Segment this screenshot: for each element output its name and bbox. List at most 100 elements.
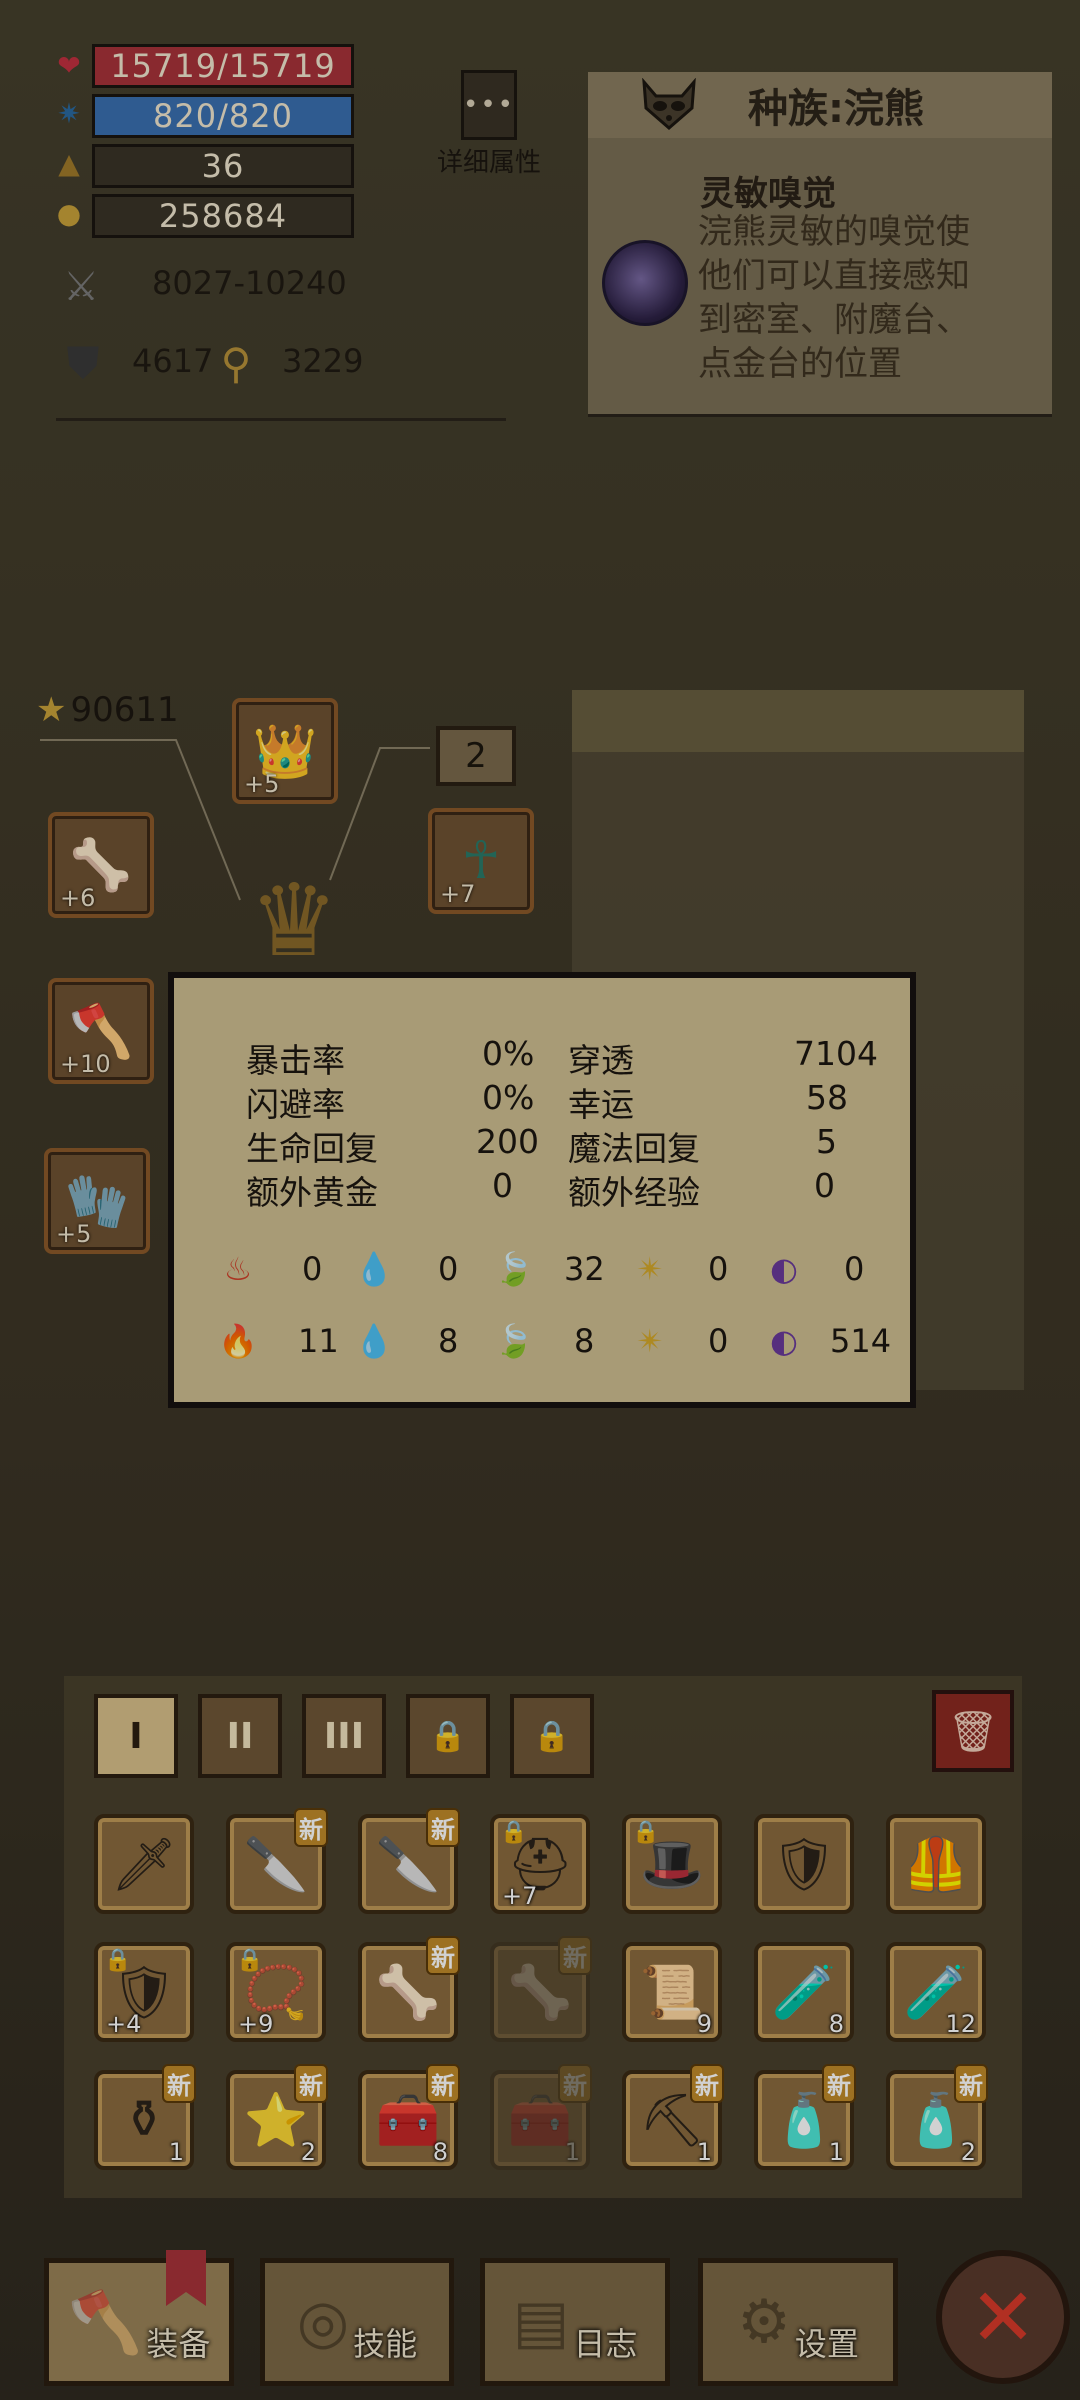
element-value: 0 bbox=[302, 1250, 323, 1288]
stat-label: 闪避率 bbox=[246, 1085, 345, 1124]
item-count: 9 bbox=[696, 2010, 712, 2038]
slot-number[interactable]: 2 bbox=[436, 726, 516, 786]
close-icon: ✕ bbox=[969, 2270, 1037, 2364]
inventory-slot[interactable]: 🦴 新 bbox=[490, 1936, 592, 2042]
nature-resist: 🍃 bbox=[494, 1318, 534, 1364]
element-value: 514 bbox=[830, 1322, 892, 1360]
dark-resist-icon: ◐ bbox=[770, 1322, 798, 1360]
inventory-slot[interactable]: 📜 9 bbox=[622, 1942, 722, 2042]
tooltip-row: 额外黄金 0 额外经验 0 bbox=[246, 1166, 866, 1212]
inventory-slot[interactable]: 🔪 新 bbox=[226, 1808, 328, 1914]
gloves-slot[interactable]: 🧤 +5 bbox=[44, 1148, 150, 1254]
stat-value: 0% bbox=[482, 1078, 535, 1117]
nav-settings-label: 设置 bbox=[794, 2325, 859, 2363]
armor-icon: 🦺 bbox=[903, 1834, 969, 1895]
attack-elements-row: ♨ 0 💧 0 🍃 32 ✴ 0 ◐ 0 bbox=[218, 1246, 898, 1296]
log-book-icon: ▤ bbox=[512, 2287, 570, 2357]
stat-label: 魔法回复 bbox=[568, 1129, 700, 1168]
inventory-slot[interactable]: 🗡 bbox=[94, 1814, 194, 1914]
stat-value: 0 bbox=[814, 1166, 835, 1205]
item-count: 1 bbox=[696, 2138, 712, 2166]
item-count: 1 bbox=[168, 2138, 184, 2166]
nav-equip-label: 装备 bbox=[146, 2325, 211, 2363]
new-badge: 新 bbox=[294, 2064, 328, 2103]
item-count: +9 bbox=[238, 2010, 274, 2038]
element-value: 8 bbox=[574, 1322, 595, 1360]
lock-icon: 🔒 bbox=[632, 1820, 660, 1845]
light-attack-icon: ✴ bbox=[636, 1250, 664, 1288]
fire-resist: 🔥 bbox=[218, 1318, 258, 1364]
stat-value: 0 bbox=[492, 1166, 513, 1205]
inventory-tab-3[interactable]: III bbox=[302, 1694, 386, 1778]
lock-icon: 🔒 bbox=[500, 1820, 528, 1845]
item-count: 1 bbox=[828, 2138, 844, 2166]
leaf-resist-icon: 🍃 bbox=[494, 1322, 534, 1360]
inventory-slot[interactable]: 📿 🔒 +9 bbox=[226, 1942, 326, 2042]
fire-attack: ♨ bbox=[218, 1246, 258, 1292]
nav-skills-label: 技能 bbox=[353, 2325, 418, 2363]
inventory-slot[interactable]: 🧪 8 bbox=[754, 1942, 854, 2042]
inventory-slot[interactable]: 🛡 🔒 +4 bbox=[94, 1942, 194, 2042]
inventory-tab-locked-5[interactable]: 🔒 bbox=[510, 1694, 594, 1778]
inventory-slot[interactable]: 🧰 新 8 bbox=[358, 2064, 460, 2170]
element-value: 8 bbox=[438, 1322, 459, 1360]
character-crown-icon: ♛ bbox=[249, 862, 339, 979]
ring-slot[interactable]: 🦴 +6 bbox=[48, 812, 154, 918]
item-count: 8 bbox=[432, 2138, 448, 2166]
inventory-slot[interactable]: 🧪 12 bbox=[886, 1942, 986, 2042]
item-count: 1 bbox=[564, 2138, 580, 2166]
new-badge: 新 bbox=[294, 1808, 328, 1847]
inventory-slot[interactable]: ⚱ 新 1 bbox=[94, 2064, 196, 2170]
stat-label: 暴击率 bbox=[246, 1041, 345, 1080]
dark-attack-icon: ◐ bbox=[770, 1250, 798, 1288]
inventory-tab-1[interactable]: I bbox=[94, 1694, 178, 1778]
sword-icon: 🗡 bbox=[110, 1834, 177, 1895]
inventory-slot[interactable]: 🦴 新 bbox=[358, 1936, 460, 2042]
light-resist-icon: ✴ bbox=[636, 1322, 664, 1360]
nav-skills-button[interactable]: ◎ 技能 bbox=[260, 2258, 454, 2386]
close-button[interactable]: ✕ bbox=[936, 2250, 1070, 2384]
inventory-slot[interactable]: 🧰 新 1 bbox=[490, 2064, 592, 2170]
new-badge: 新 bbox=[822, 2064, 856, 2103]
trash-icon: 🗑 bbox=[947, 1708, 999, 1755]
nav-log-label: 日志 bbox=[573, 2325, 638, 2363]
nav-settings-button[interactable]: ⚙ 设置 bbox=[698, 2258, 898, 2386]
inventory-slot[interactable]: ⛑ 🔒 +7 bbox=[490, 1814, 590, 1914]
light-resist: ✴ bbox=[630, 1318, 670, 1364]
lock-icon: 🔒 bbox=[236, 1948, 264, 1973]
water-attack-icon: 💧 bbox=[354, 1250, 394, 1288]
helmet-level: +5 bbox=[244, 770, 280, 798]
stat-value: 7104 bbox=[794, 1034, 878, 1073]
element-value: 0 bbox=[438, 1250, 459, 1288]
inventory-slot[interactable]: 🧴 新 1 bbox=[754, 2064, 856, 2170]
stat-label: 幸运 bbox=[568, 1085, 634, 1124]
inventory-slot[interactable]: 🛡 bbox=[754, 1814, 854, 1914]
inventory-slot[interactable]: 🦺 bbox=[886, 1814, 986, 1914]
inventory-tab-2[interactable]: II bbox=[198, 1694, 282, 1778]
weapon-level: +10 bbox=[60, 1050, 111, 1078]
light-attack: ✴ bbox=[630, 1246, 670, 1292]
dark-attack: ◐ bbox=[764, 1246, 804, 1292]
new-badge: 新 bbox=[162, 2064, 196, 2103]
inventory-slot[interactable]: 🧴 新 2 bbox=[886, 2064, 988, 2170]
game-screen: ❤ 15719/15719 ✷ 820/820 ▲ 36 ● 258684 ⚔ … bbox=[0, 0, 1080, 2400]
inventory-slot[interactable]: 🎩 🔒 bbox=[622, 1814, 722, 1914]
amulet-slot[interactable]: ☥ +7 bbox=[428, 808, 534, 914]
new-badge: 新 bbox=[426, 1808, 460, 1847]
inventory-slot[interactable]: 🔪 新 bbox=[358, 1808, 460, 1914]
weapon-slot[interactable]: 🪓 +10 bbox=[48, 978, 154, 1084]
item-count: 2 bbox=[960, 2138, 976, 2166]
inventory-slot[interactable]: ⭐ 新 2 bbox=[226, 2064, 328, 2170]
nav-log-button[interactable]: ▤ 日志 bbox=[480, 2258, 670, 2386]
helmet-slot[interactable]: 👑 +5 bbox=[232, 698, 338, 804]
water-resist: 💧 bbox=[354, 1318, 394, 1364]
stat-value: 58 bbox=[806, 1078, 848, 1117]
new-badge: 新 bbox=[558, 2064, 592, 2103]
inventory-tab-locked-4[interactable]: 🔒 bbox=[406, 1694, 490, 1778]
tooltip-row: 暴击率 0% 穿透 7104 bbox=[246, 1034, 878, 1080]
inventory-slot[interactable]: ⛏ 新 1 bbox=[622, 2064, 724, 2170]
trash-button[interactable]: 🗑 bbox=[932, 1690, 1014, 1772]
fire-attack-icon: ♨ bbox=[223, 1250, 253, 1288]
fire-resist-icon: 🔥 bbox=[218, 1322, 258, 1360]
element-value: 0 bbox=[708, 1322, 729, 1360]
